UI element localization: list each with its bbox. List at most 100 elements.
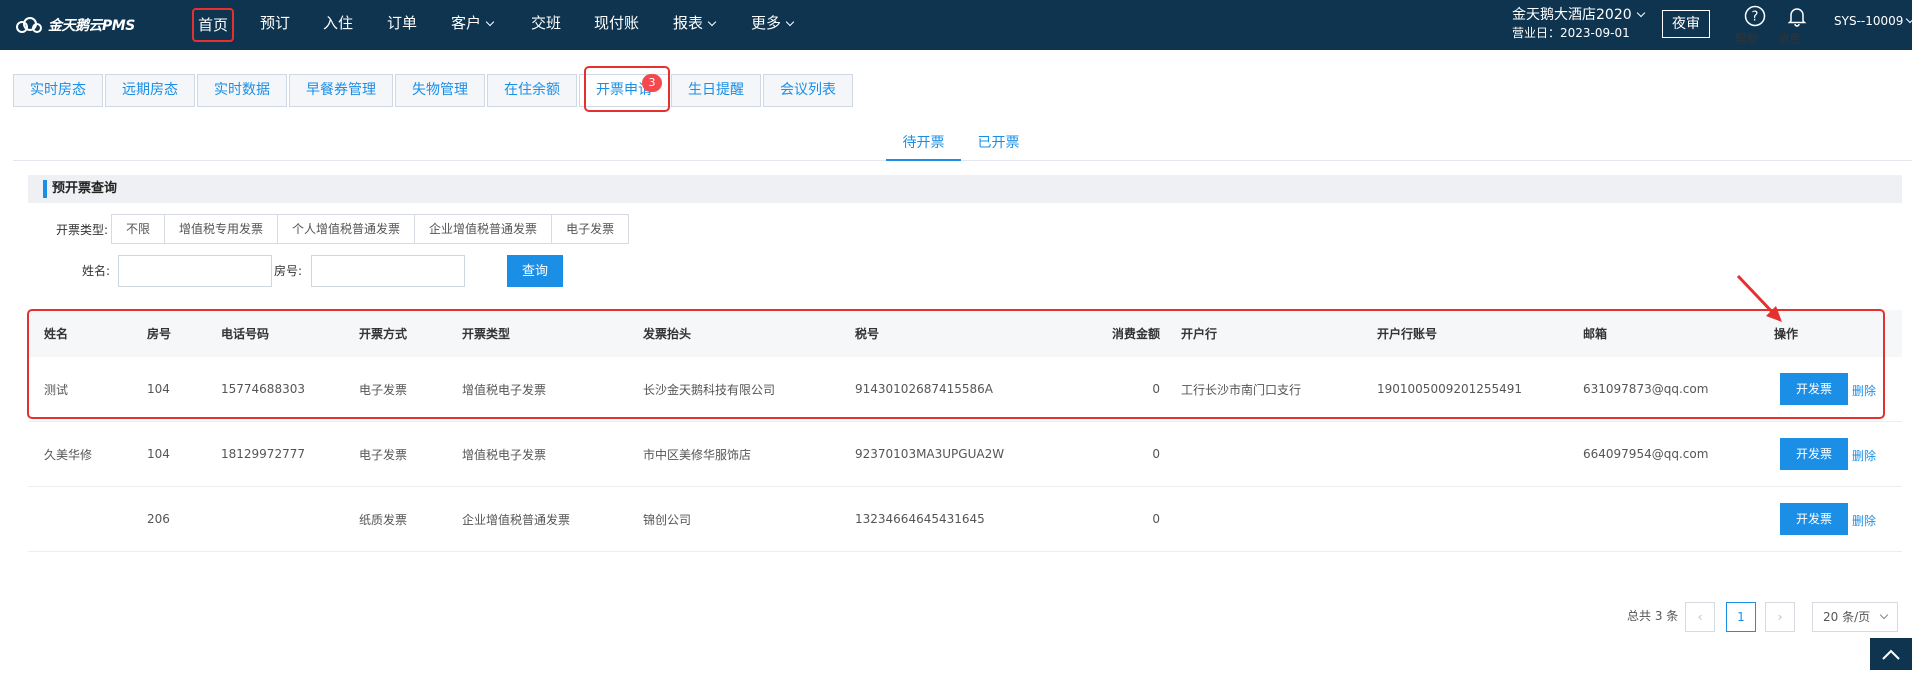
col-bank: 开户行 [1181, 327, 1218, 341]
cell-method: 纸质发票 [359, 512, 408, 527]
query-panel-title: 预开票查询 [52, 181, 118, 196]
cell-amount: 0 [1152, 447, 1160, 461]
table-header: 姓名 房号 电话号码 开票方式 开票类型 发票抬头 税号 消费金额 开户行 开户… [28, 310, 1902, 357]
tab-realtime-data[interactable]: 实时数据 [197, 74, 287, 107]
nav-reservation[interactable]: 预订 [260, 0, 290, 50]
invoice-type-filter: 不限 增值税专用发票 个人增值税普通发票 企业增值税普通发票 电子发票 [111, 214, 630, 244]
tab-future-room-status[interactable]: 远期房态 [105, 74, 195, 107]
cell-type: 企业增值税普通发票 [462, 512, 571, 527]
nav-cash-account[interactable]: 现付账 [594, 0, 639, 50]
col-account: 开户行账号 [1377, 327, 1438, 341]
nav-checkin[interactable]: 入住 [323, 0, 353, 50]
col-email: 邮箱 [1583, 327, 1608, 341]
invoice-count-badge: 3 [642, 74, 662, 92]
page-size-select[interactable]: 20 条/页 [1812, 602, 1898, 632]
nav-checkin-label: 入住 [323, 14, 354, 32]
function-tabs: 实时房态 远期房态 实时数据 早餐券管理 失物管理 在住余额 开票申请 生日提醒… [13, 74, 855, 107]
svg-text:?: ? [1752, 10, 1759, 25]
room-input[interactable] [311, 255, 465, 287]
chevron-left-icon: ‹ [1697, 610, 1703, 624]
filter-personal-vat-normal[interactable]: 个人增值税普通发票 [278, 215, 416, 243]
delete-link[interactable]: 删除 [1852, 447, 1876, 464]
nav-orders-label: 订单 [387, 14, 418, 32]
query-panel-header: 预开票查询 [28, 175, 1902, 203]
next-page-button[interactable]: › [1765, 602, 1795, 632]
pagination-total: 总共 3 条 [1627, 609, 1679, 623]
page-button-1[interactable]: 1 [1726, 602, 1756, 632]
night-audit-button[interactable]: 夜审 [1662, 10, 1710, 38]
table-row: 206 纸质发票 企业增值税普通发票 锦创公司 1323466464543164… [28, 487, 1902, 552]
invoice-status-tabs: 待开票 已开票 [13, 128, 1912, 161]
help-button[interactable]: ? 帮助 [1735, 2, 1775, 46]
hotel-selector[interactable]: 金天鹅大酒店2020 营业日：2023-09-01 [1512, 6, 1645, 42]
back-to-top-button[interactable] [1870, 638, 1912, 670]
section-marker [43, 180, 47, 198]
name-label: 姓名: [81, 264, 110, 278]
filter-company-vat-normal[interactable]: 企业增值税普通发票 [415, 215, 553, 243]
cell-room: 104 [147, 382, 170, 396]
chevron-down-icon [707, 17, 717, 27]
hotel-name: 金天鹅大酒店2020 [1512, 7, 1632, 23]
user-name: SYS--10009 [1834, 14, 1904, 28]
chevron-down-icon [1879, 610, 1889, 620]
subtab-issued[interactable]: 已开票 [961, 128, 1036, 161]
logo-text: 金天鹅云PMS [48, 18, 135, 34]
cell-title: 锦创公司 [643, 512, 692, 527]
cell-phone: 18129972777 [221, 447, 305, 461]
page-size-value: 20 条/页 [1823, 610, 1871, 624]
messages-button[interactable]: 消息 [1777, 2, 1817, 46]
table-row: 久美华修 104 18129972777 电子发票 增值税电子发票 市中区美修华… [28, 422, 1902, 487]
cell-type: 增值税电子发票 [462, 382, 547, 397]
annotation-arrow-icon [1736, 274, 1782, 322]
messages-label: 消息 [1777, 32, 1802, 46]
search-button[interactable]: 查询 [507, 255, 563, 287]
name-input[interactable] [118, 255, 272, 287]
filter-electronic[interactable]: 电子发票 [552, 215, 629, 243]
cell-phone: 15774688303 [221, 382, 305, 396]
delete-link[interactable]: 删除 [1852, 512, 1876, 529]
chevron-down-icon [1636, 8, 1645, 18]
col-method: 开票方式 [359, 327, 408, 341]
tab-breakfast-voucher[interactable]: 早餐券管理 [289, 74, 393, 107]
user-menu[interactable]: SYS--10009 [1834, 14, 1912, 28]
tab-meeting-list[interactable]: 会议列表 [763, 74, 853, 107]
filter-vat-special[interactable]: 增值税专用发票 [165, 215, 279, 243]
chevron-right-icon: › [1777, 610, 1783, 624]
issue-invoice-button[interactable]: 开发票 [1780, 373, 1848, 405]
issue-invoice-button[interactable]: 开发票 [1780, 438, 1848, 470]
nav-shift[interactable]: 交班 [531, 0, 561, 50]
tab-birthday-reminder[interactable]: 生日提醒 [671, 74, 761, 107]
subtab-pending[interactable]: 待开票 [886, 128, 961, 161]
filter-all[interactable]: 不限 [112, 215, 166, 243]
nav-more[interactable]: 更多 [751, 0, 795, 50]
cell-name: 久美华修 [44, 447, 93, 462]
nav-orders[interactable]: 订单 [387, 0, 417, 50]
table-row: 测试 104 15774688303 电子发票 增值税电子发票 长沙金天鹅科技有… [28, 357, 1902, 422]
help-icon: ? [1735, 4, 1775, 28]
issue-invoice-button[interactable]: 开发票 [1780, 503, 1848, 535]
nav-customers[interactable]: 客户 [451, 0, 495, 50]
delete-link[interactable]: 删除 [1852, 382, 1876, 399]
tab-lost-found[interactable]: 失物管理 [395, 74, 485, 107]
cell-tax-no: 13234664645431645 [855, 512, 985, 526]
cell-room: 206 [147, 512, 170, 526]
cell-method: 电子发票 [359, 382, 408, 397]
logo[interactable]: 金天鹅云PMS [14, 14, 135, 36]
help-label: 帮助 [1735, 32, 1760, 46]
nav-more-label: 更多 [751, 14, 782, 32]
col-tax-no: 税号 [855, 327, 880, 341]
chevron-down-icon [485, 17, 495, 27]
prev-page-button[interactable]: ‹ [1685, 602, 1715, 632]
nav-reports[interactable]: 报表 [673, 0, 717, 50]
nav-home[interactable]: 首页 [192, 8, 235, 42]
cell-type: 增值税电子发票 [462, 447, 547, 462]
top-navbar: 金天鹅云PMS 首页 预订 入住 订单 客户 交班 现付账 报表 更多 金天鹅大… [0, 0, 1912, 50]
tab-realtime-room-status[interactable]: 实时房态 [13, 74, 103, 107]
col-title: 发票抬头 [643, 327, 692, 341]
col-type: 开票类型 [462, 327, 511, 341]
cell-room: 104 [147, 447, 170, 461]
tab-in-house-balance[interactable]: 在住余额 [487, 74, 577, 107]
col-amount: 消费金额 [1111, 327, 1160, 341]
cell-name: 测试 [44, 382, 69, 397]
chevron-down-icon [785, 17, 795, 27]
